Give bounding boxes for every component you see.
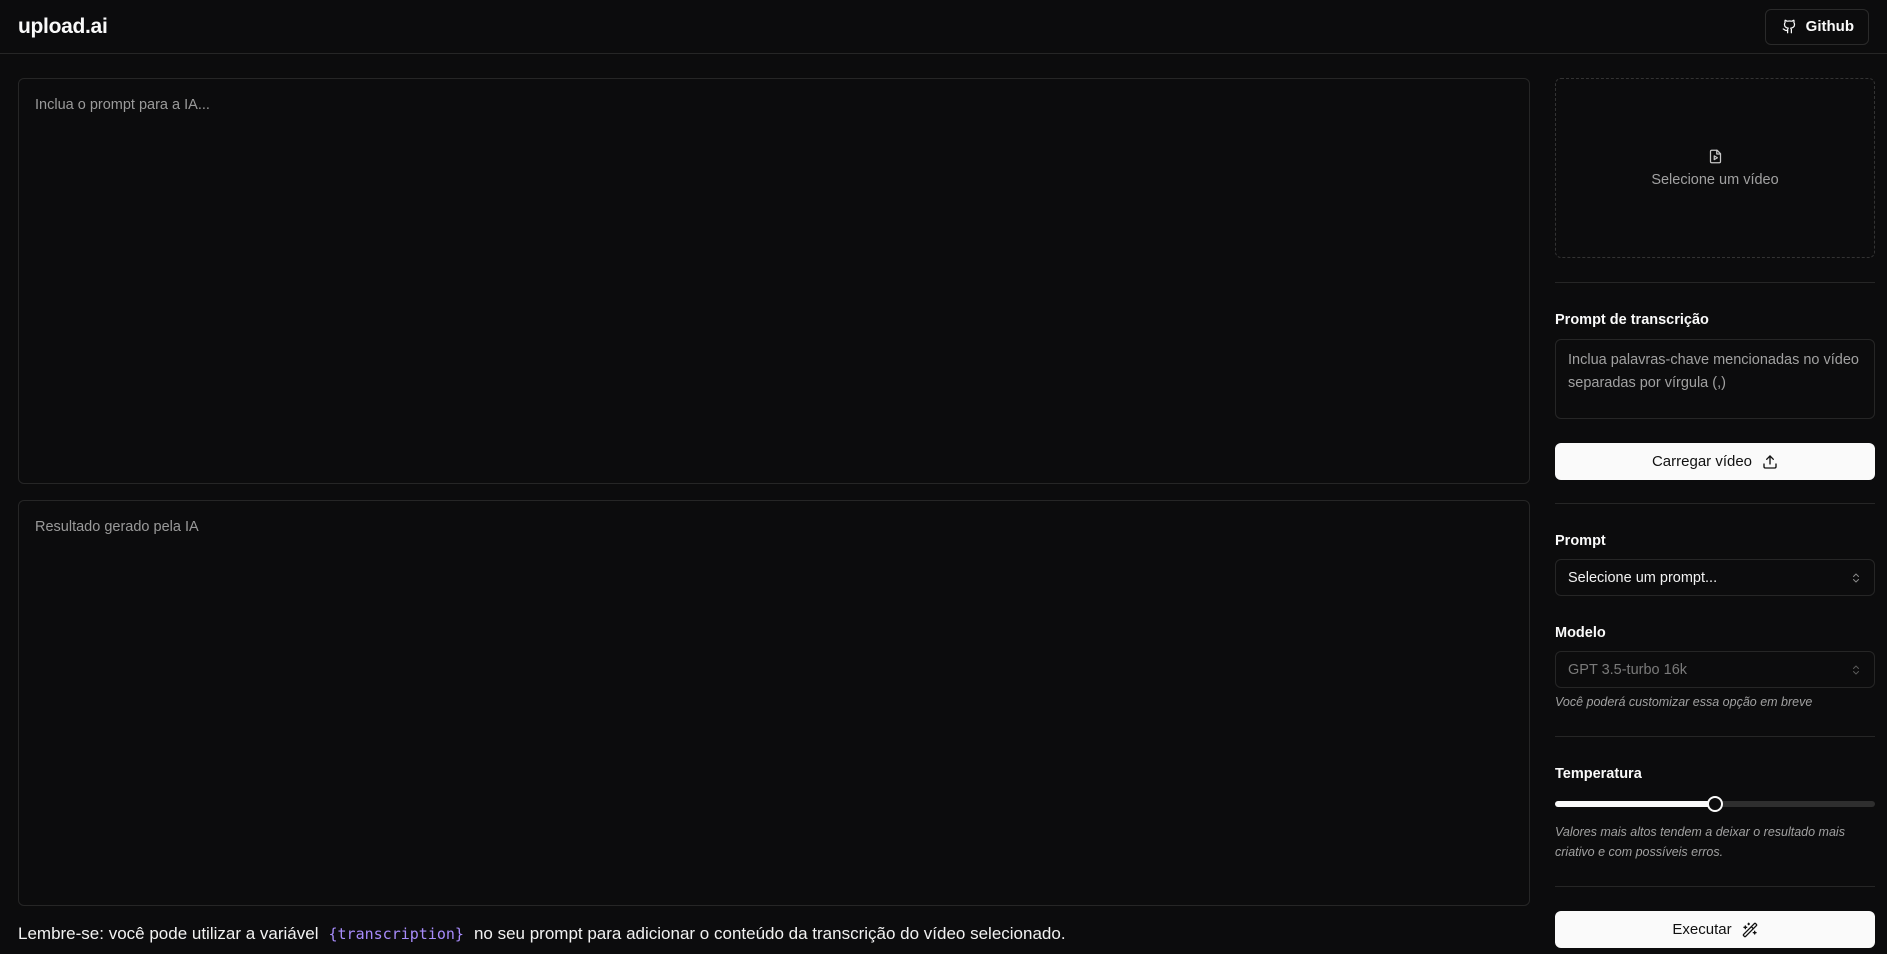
file-video-icon	[1709, 149, 1721, 163]
result-textarea[interactable]: Resultado gerado pela IA	[18, 500, 1530, 906]
github-button[interactable]: Github	[1764, 8, 1869, 45]
divider	[1555, 736, 1875, 737]
temperature-slider[interactable]	[1555, 796, 1875, 812]
prompt-label: Prompt	[1555, 533, 1606, 549]
prompt-select-value: Selecione um prompt...	[1568, 569, 1718, 586]
transcription-prompt-placeholder: Inclua palavras-chave mencionadas no víd…	[1568, 352, 1859, 391]
model-label: Modelo	[1555, 625, 1606, 641]
transcription-prompt-field[interactable]: Inclua palavras-chave mencionadas no víd…	[1555, 339, 1875, 419]
transcription-variable: {transcription}	[328, 925, 464, 943]
divider	[1555, 886, 1875, 887]
github-icon	[1782, 19, 1795, 34]
execute-button-label: Executar	[1672, 921, 1732, 938]
execute-button[interactable]: Executar	[1555, 911, 1875, 948]
transcription-prompt-label: Prompt de transcrição	[1555, 312, 1709, 328]
app-header: upload.ai Github	[0, 0, 1887, 54]
prompt-textarea[interactable]: Inclua o prompt para a IA...	[18, 78, 1530, 484]
divider	[1555, 282, 1875, 283]
temperature-hint: Valores mais altos tendem a deixar o res…	[1555, 825, 1845, 859]
model-hint: Você poderá customizar essa opção em bre…	[1555, 695, 1813, 709]
prompt-select[interactable]: Selecione um prompt...	[1555, 559, 1875, 596]
reminder-text: Lembre-se: você pode utilizar a variável…	[18, 924, 1066, 944]
reminder-before: Lembre-se: você pode utilizar a variável	[18, 924, 319, 943]
reminder-after: no seu prompt para adicionar o conteúdo …	[473, 924, 1066, 943]
chevrons-up-down-icon	[1853, 573, 1859, 582]
result-placeholder: Resultado gerado pela IA	[35, 519, 199, 535]
app-logo: upload.ai	[18, 14, 108, 38]
model-select: GPT 3.5-turbo 16k	[1555, 651, 1875, 688]
wand-icon	[1742, 922, 1757, 937]
github-button-label: Github	[1805, 18, 1854, 35]
temperature-slider-fill	[1555, 801, 1715, 807]
model-select-value: GPT 3.5-turbo 16k	[1568, 661, 1688, 678]
upload-icon	[1763, 454, 1777, 469]
divider	[1555, 503, 1875, 504]
video-dropzone-label: Selecione um vídeo	[1651, 171, 1779, 188]
video-dropzone[interactable]: Selecione um vídeo	[1555, 78, 1875, 258]
temperature-label: Temperatura	[1555, 766, 1642, 782]
temperature-slider-thumb[interactable]	[1707, 796, 1723, 812]
upload-video-button[interactable]: Carregar vídeo	[1555, 443, 1875, 480]
upload-video-button-label: Carregar vídeo	[1651, 453, 1753, 470]
chevrons-up-down-icon	[1853, 665, 1859, 674]
prompt-placeholder: Inclua o prompt para a IA...	[35, 97, 210, 113]
